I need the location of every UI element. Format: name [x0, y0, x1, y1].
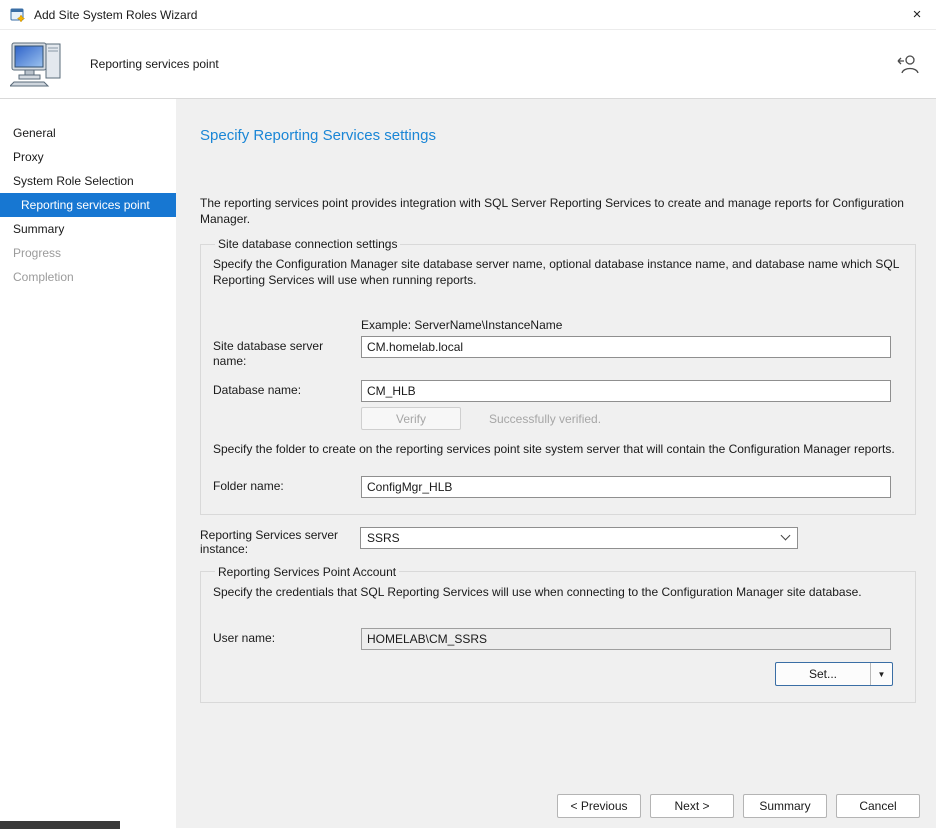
- set-account-button[interactable]: Set... ▼: [775, 662, 893, 686]
- sidebar-item-summary[interactable]: Summary: [0, 217, 176, 241]
- wizard-header: Reporting services point: [0, 30, 936, 99]
- summary-button[interactable]: Summary: [743, 794, 827, 818]
- section-intro-text: The reporting services point provides in…: [200, 196, 916, 227]
- folder-note-text: Specify the folder to create on the repo…: [213, 442, 903, 458]
- page-title: Reporting services point: [90, 57, 219, 71]
- server-name-label: Site database server name:: [213, 336, 361, 368]
- db-connection-groupbox: Site database connection settings Specif…: [200, 237, 916, 515]
- server-name-row: Site database server name:: [213, 336, 903, 368]
- wizard-steps-sidebar: General Proxy System Role Selection Repo…: [0, 99, 176, 828]
- sidebar-item-progress: Progress: [0, 241, 176, 265]
- titlebar: Add Site System Roles Wizard ×: [0, 0, 936, 30]
- db-connection-group-title: Site database connection settings: [215, 237, 400, 251]
- cancel-button[interactable]: Cancel: [836, 794, 920, 818]
- folder-name-label: Folder name:: [213, 476, 361, 498]
- wizard-body: General Proxy System Role Selection Repo…: [0, 99, 936, 828]
- set-account-row: Set... ▼: [213, 662, 893, 686]
- sidebar-item-completion: Completion: [0, 265, 176, 289]
- verify-button: Verify: [361, 407, 461, 430]
- account-group-title: Reporting Services Point Account: [215, 565, 399, 579]
- window-title: Add Site System Roles Wizard: [34, 8, 890, 22]
- user-role-icon: [896, 53, 920, 75]
- sidebar-item-general[interactable]: General: [0, 121, 176, 145]
- server-instance-row: Reporting Services server instance: SSRS: [200, 527, 916, 557]
- section-heading: Specify Reporting Services settings: [200, 127, 916, 144]
- sidebar-item-proxy[interactable]: Proxy: [0, 145, 176, 169]
- next-button[interactable]: Next >: [650, 794, 734, 818]
- database-name-input[interactable]: [361, 380, 891, 402]
- account-description: Specify the credentials that SQL Reporti…: [213, 585, 903, 601]
- database-name-row: Database name:: [213, 380, 903, 402]
- user-name-input: [361, 628, 891, 650]
- folder-name-input[interactable]: [361, 476, 891, 498]
- account-groupbox: Reporting Services Point Account Specify…: [200, 565, 916, 704]
- database-name-label: Database name:: [213, 380, 361, 402]
- server-instance-value: SSRS: [367, 531, 782, 545]
- folder-name-row: Folder name:: [213, 476, 903, 498]
- set-account-label: Set...: [776, 663, 870, 685]
- user-name-label: User name:: [213, 628, 361, 650]
- wizard-icon: [10, 7, 26, 23]
- wizard-window: Add Site System Roles Wizard ×: [0, 0, 936, 829]
- server-instance-select[interactable]: SSRS: [360, 527, 798, 549]
- set-dropdown-arrow-icon: ▼: [870, 663, 892, 685]
- close-button[interactable]: ×: [898, 0, 936, 30]
- verify-status-text: Successfully verified.: [489, 412, 601, 426]
- chevron-down-icon: [781, 531, 791, 541]
- previous-button[interactable]: < Previous: [557, 794, 641, 818]
- bottom-corner-strip: [0, 821, 120, 829]
- computer-icon: [10, 40, 66, 88]
- sidebar-item-reporting-services-point[interactable]: Reporting services point: [0, 193, 176, 217]
- server-name-example: Example: ServerName\InstanceName: [361, 318, 903, 332]
- server-instance-label: Reporting Services server instance:: [200, 527, 360, 557]
- wizard-main-panel: Specify Reporting Services settings The …: [176, 99, 936, 828]
- db-connection-description: Specify the Configuration Manager site d…: [213, 257, 903, 288]
- sidebar-item-system-role-selection[interactable]: System Role Selection: [0, 169, 176, 193]
- wizard-footer: < Previous Next > Summary Cancel: [557, 794, 920, 818]
- server-name-input[interactable]: [361, 336, 891, 358]
- verify-row: Verify Successfully verified.: [361, 407, 903, 430]
- user-name-row: User name:: [213, 628, 903, 650]
